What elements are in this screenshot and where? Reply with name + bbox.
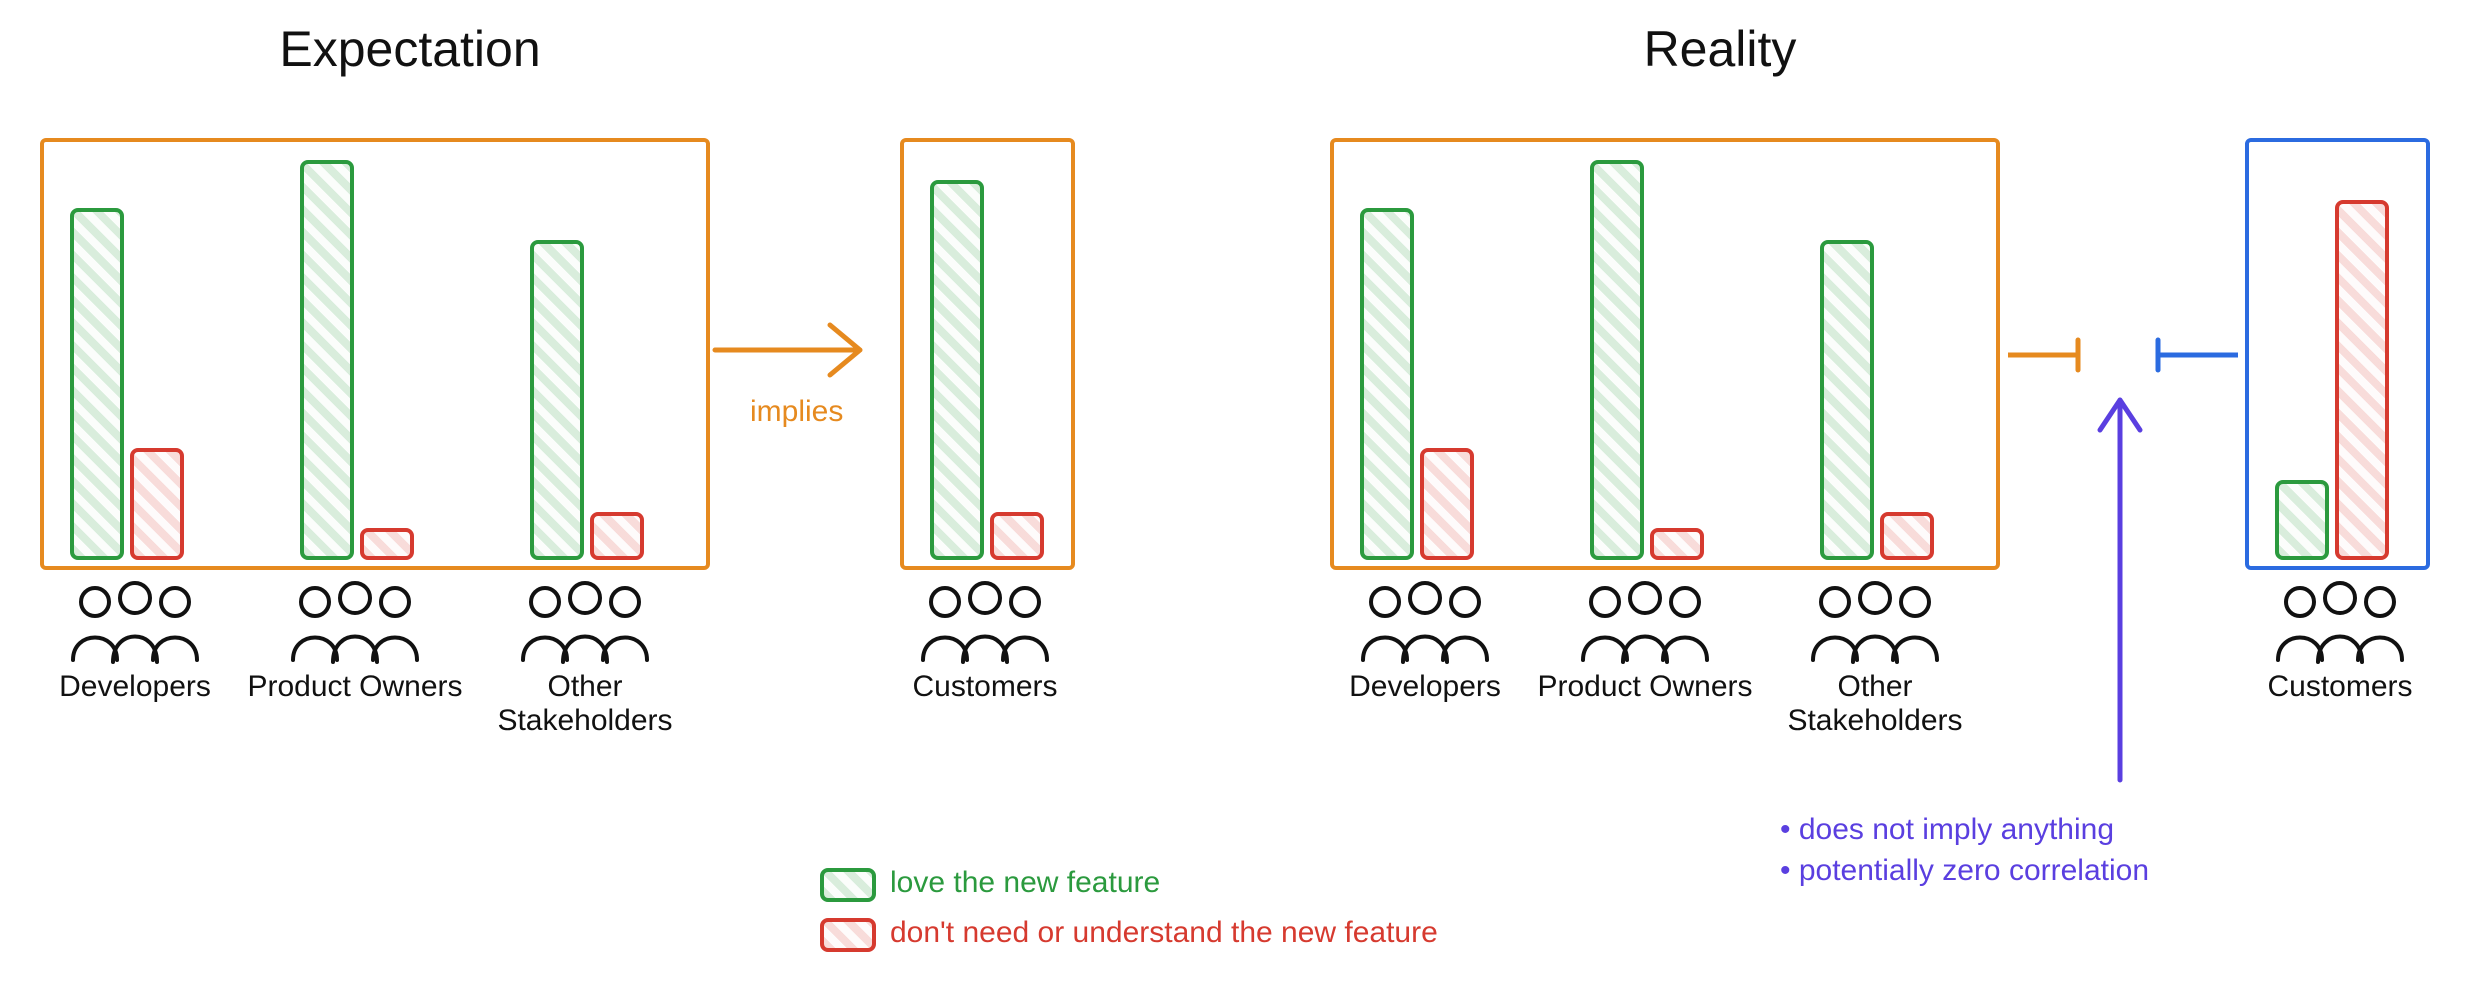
people-cust-real-icon [2260,580,2420,670]
title-reality: Reality [1570,20,1870,78]
people-po-real-icon [1565,580,1725,670]
legend-love: love the new feature [890,866,1160,900]
people-os-real-icon [1795,580,1955,670]
bar-real-cust-love [2275,480,2329,560]
legend-swatch-love-icon [820,868,876,902]
bar-exp-os-dont [590,512,644,560]
frame-expectation-right [900,138,1075,570]
bar-exp-cust-dont [990,512,1044,560]
legend-dont: don't need or understand the new feature [890,916,1438,950]
annotation-line1: • does not imply anything [1780,810,2149,851]
bar-exp-cust-love [930,180,984,560]
bar-real-os-love [1820,240,1874,560]
bar-real-cust-dont [2335,200,2389,560]
people-developers-exp-icon [55,580,215,670]
bar-real-developers-love [1360,208,1414,560]
people-po-exp-icon [275,580,435,670]
title-expectation: Expectation [210,20,610,78]
bar-real-po-dont [1650,528,1704,560]
label-po-real: Product Owners [1525,670,1765,704]
bar-real-os-dont [1880,512,1934,560]
annotation-reality: • does not imply anything • potentially … [1780,810,2149,891]
people-developers-real-icon [1345,580,1505,670]
bar-exp-po-dont [360,528,414,560]
label-po-exp: Product Owners [235,670,475,704]
bar-exp-developers-love [70,208,124,560]
bar-exp-os-love [530,240,584,560]
arrow-annotation-icon [2080,380,2160,800]
bar-exp-developers-dont [130,448,184,560]
label-developers-exp: Developers [40,670,230,704]
people-os-exp-icon [505,580,665,670]
diagram-root: Expectation implies Developers Product O… [0,0,2473,989]
legend-swatch-dont-icon [820,918,876,952]
bar-real-developers-dont [1420,448,1474,560]
label-cust-real: Customers [2245,670,2435,704]
label-cust-exp: Customers [890,670,1080,704]
bar-real-po-love [1590,160,1644,560]
label-developers-real: Developers [1330,670,1520,704]
label-os-exp: Other Stakeholders [480,670,690,738]
label-os-real: Other Stakeholders [1770,670,1980,738]
annotation-line2: • potentially zero correlation [1780,851,2149,892]
people-cust-exp-icon [905,580,1065,670]
bar-exp-po-love [300,160,354,560]
label-implies: implies [750,395,843,429]
